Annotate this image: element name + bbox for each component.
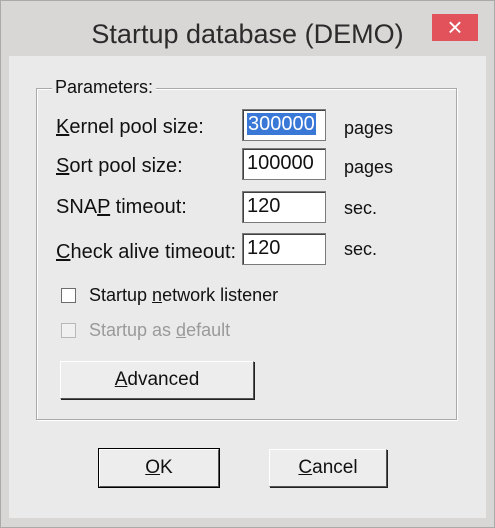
sort-pool-size-input[interactable]: 100000 <box>242 148 326 180</box>
startup-default-checkbox <box>61 323 76 338</box>
sort-pool-size-unit: pages <box>344 157 394 177</box>
network-listener-label[interactable]: Startup network listener <box>89 285 278 306</box>
snap-timeout-input[interactable]: 120 <box>242 191 326 223</box>
check-alive-timeout-input[interactable]: 120 <box>242 233 326 265</box>
kernel-pool-size-label: Kernel pool size: <box>56 116 204 138</box>
close-button[interactable]: × <box>432 14 478 41</box>
title-bar[interactable]: Startup database (DEMO) × <box>1 1 494 49</box>
startup-default-label: Startup as default <box>89 320 231 340</box>
cancel-button[interactable]: Cancel <box>269 449 387 487</box>
close-icon: × <box>447 12 463 42</box>
window-title: Startup database (DEMO) <box>91 19 404 49</box>
advanced-button[interactable]: Advanced <box>60 361 254 399</box>
snap-timeout-label: SNAP timeout: <box>56 196 187 218</box>
kernel-pool-size-input[interactable]: 300000 <box>242 109 326 141</box>
check-alive-timeout-unit: sec. <box>344 239 378 259</box>
network-listener-checkbox[interactable] <box>61 288 76 303</box>
ok-button[interactable]: OK <box>99 449 219 487</box>
kernel-pool-size-unit: pages <box>344 118 394 138</box>
snap-timeout-unit: sec. <box>344 198 378 218</box>
parameters-legend: Parameters: <box>52 77 157 98</box>
sort-pool-size-label: Sort pool size: <box>56 155 183 177</box>
check-alive-timeout-label: Check alive timeout: <box>56 241 237 263</box>
